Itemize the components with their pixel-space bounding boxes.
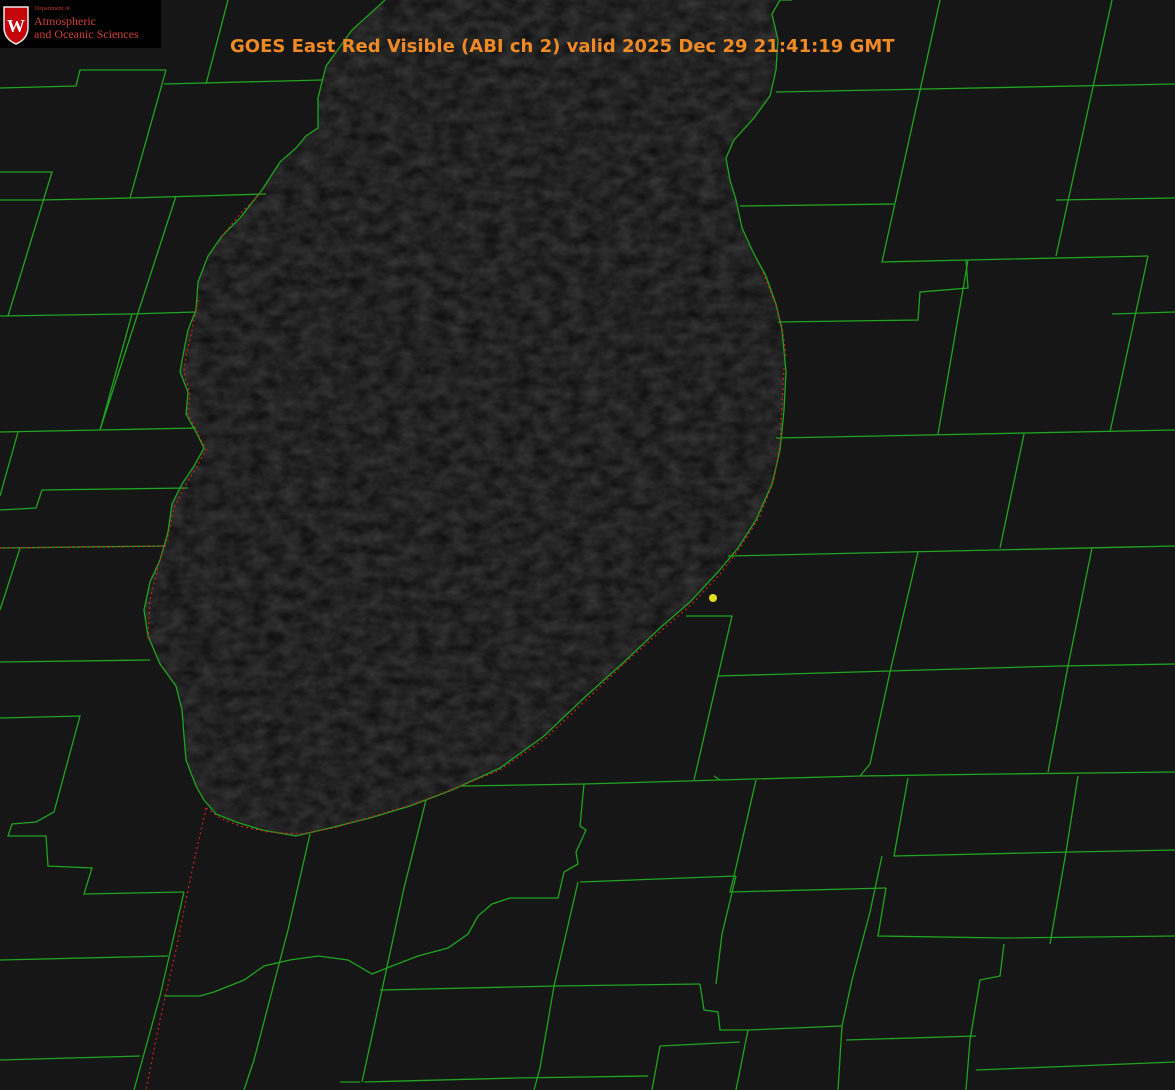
logo-department-text: Department of bbox=[35, 6, 70, 12]
image-title: GOES East Red Visible (ABI ch 2) valid 2… bbox=[230, 36, 895, 57]
logo-title-line2: and Oceanic Sciences bbox=[34, 27, 139, 41]
uw-aos-logo: W Department of Atmospheric and Oceanic … bbox=[0, 0, 161, 48]
map-viewer: W Department of Atmospheric and Oceanic … bbox=[0, 0, 1175, 1090]
map-canvas bbox=[0, 0, 1175, 1090]
station-dot-icon[interactable] bbox=[709, 594, 717, 602]
uw-crest-icon: W bbox=[3, 6, 29, 45]
logo-title-line1: Atmospheric bbox=[34, 14, 96, 28]
crest-letter: W bbox=[7, 16, 25, 36]
